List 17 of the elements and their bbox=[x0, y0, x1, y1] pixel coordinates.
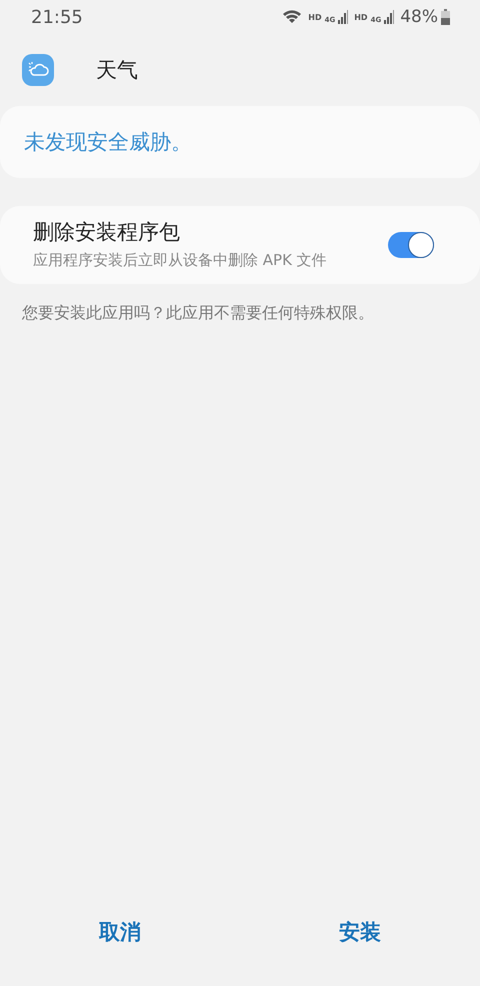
toggle-switch[interactable] bbox=[388, 232, 434, 258]
action-button[interactable]: 安装 bbox=[240, 890, 480, 974]
weather-app-icon bbox=[22, 54, 54, 86]
app-name: 天气 bbox=[96, 57, 138, 84]
signal-icon bbox=[384, 10, 394, 24]
hd-label: HD bbox=[354, 12, 368, 22]
battery-percent: 48% bbox=[400, 7, 438, 27]
install-prompt: 您要安装此应用吗？此应用不需要任何特殊权限。 bbox=[21, 302, 375, 324]
wifi-icon bbox=[282, 9, 302, 25]
battery-icon bbox=[441, 9, 450, 25]
option-title: 删除安装程序包 bbox=[33, 219, 181, 246]
signal-icon bbox=[338, 10, 348, 24]
security-message: 未发现安全威胁。 bbox=[24, 129, 192, 156]
status-time: 21:55 bbox=[31, 6, 83, 28]
action-button[interactable]: 取消 bbox=[0, 890, 240, 974]
option-description: 应用程序安装后立即从设备中删除 APK 文件 bbox=[33, 250, 328, 271]
hd-label: HD bbox=[308, 12, 322, 22]
